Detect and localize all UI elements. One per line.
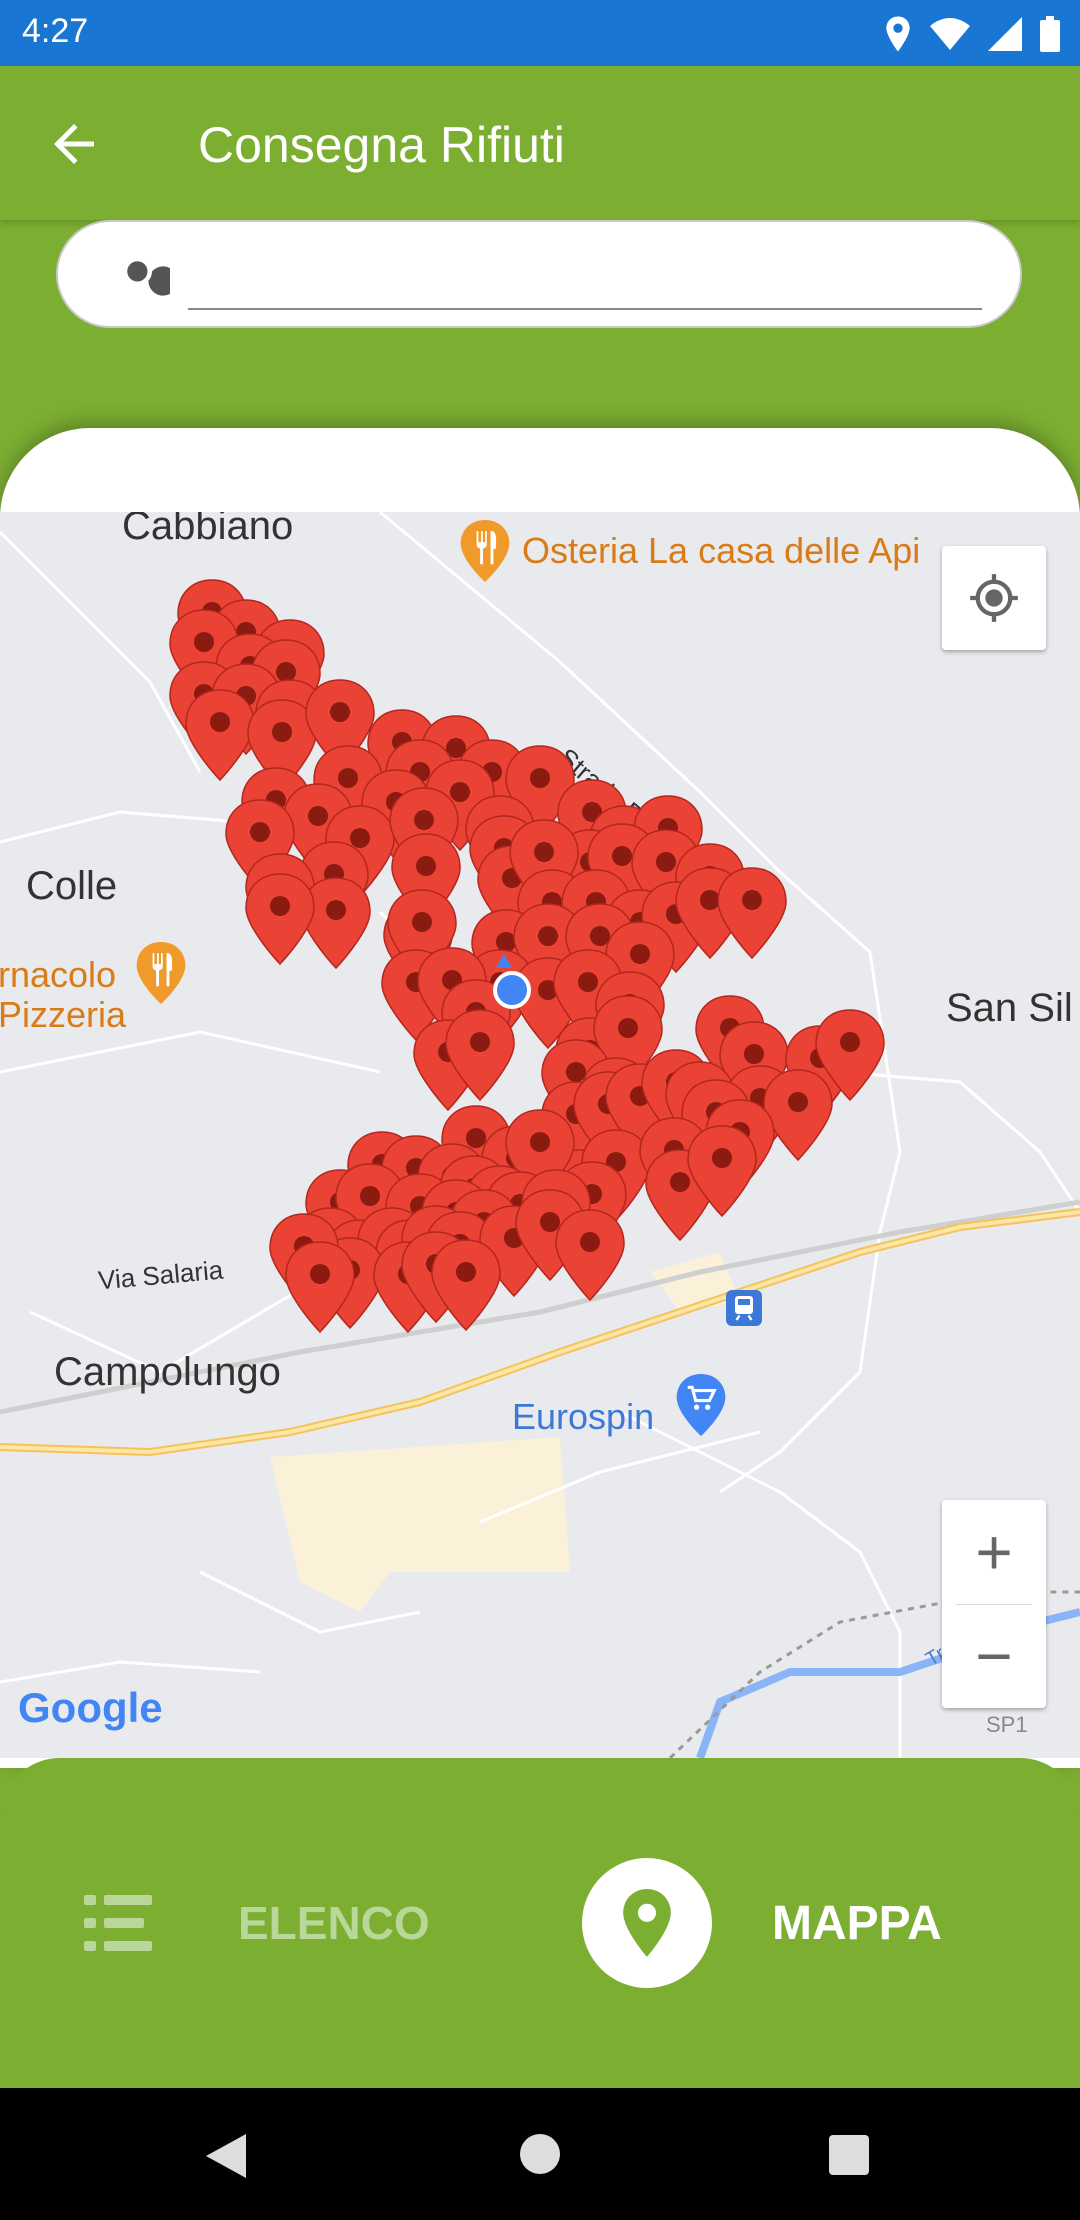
search-bar[interactable] xyxy=(56,220,1022,328)
app-bar: Consegna Rifiuti xyxy=(0,66,1080,220)
nav-elenco[interactable]: ELENCO xyxy=(84,1878,430,1968)
back-triangle-icon[interactable] xyxy=(204,2132,248,2180)
map-pin-icon xyxy=(623,1889,671,1957)
status-bar: 4:27 xyxy=(0,0,1080,66)
status-icons xyxy=(884,14,1060,54)
system-nav-bar xyxy=(0,2088,1080,2220)
zoom-in-button[interactable]: + xyxy=(942,1500,1046,1604)
collection-point-marker[interactable] xyxy=(301,877,371,969)
search-input[interactable] xyxy=(188,242,982,310)
battery-icon xyxy=(1040,16,1060,52)
my-location-icon xyxy=(970,574,1018,622)
marker-layer xyxy=(169,579,885,1333)
nav-mappa[interactable]: MAPPA xyxy=(582,1858,942,1988)
zoom-out-button[interactable]: − xyxy=(942,1604,1046,1708)
recents-square-icon[interactable] xyxy=(828,2134,870,2176)
google-attribution: Google xyxy=(18,1684,163,1731)
collection-point-marker[interactable] xyxy=(185,689,255,781)
wifi-icon xyxy=(930,18,970,50)
home-circle-icon[interactable] xyxy=(518,2132,562,2176)
nav-elenco-label: ELENCO xyxy=(238,1897,430,1949)
map-view[interactable]: Cabbiano Colle San Sil Campolungo Strada… xyxy=(0,512,1080,1758)
nav-mappa-circle xyxy=(582,1858,712,1988)
page-title: Consegna Rifiuti xyxy=(198,117,565,173)
zoom-controls: + − xyxy=(942,1500,1046,1708)
search-icon xyxy=(127,261,170,296)
list-icon xyxy=(84,1895,152,1951)
back-arrow-icon[interactable] xyxy=(44,114,104,174)
collection-point-marker[interactable] xyxy=(431,1239,501,1331)
collection-point-marker[interactable] xyxy=(555,1209,625,1301)
location-icon xyxy=(886,16,910,52)
bottom-nav: ELENCO MAPPA xyxy=(0,1758,1080,2088)
nav-mappa-label: MAPPA xyxy=(772,1896,942,1950)
signal-icon xyxy=(988,17,1022,51)
status-time: 4:27 xyxy=(22,12,89,50)
my-location-button[interactable] xyxy=(942,546,1046,650)
collection-point-marker[interactable] xyxy=(763,1069,833,1161)
collection-point-marker[interactable] xyxy=(245,873,315,965)
collection-point-marker[interactable] xyxy=(717,867,787,959)
